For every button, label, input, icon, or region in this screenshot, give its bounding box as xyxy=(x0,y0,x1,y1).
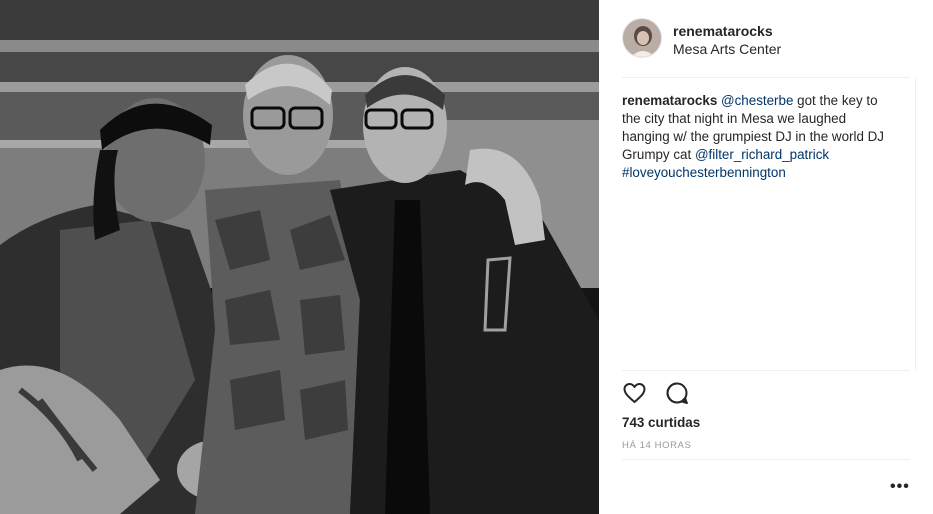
post-location[interactable]: Mesa Arts Center xyxy=(673,41,781,57)
more-options-icon[interactable]: ••• xyxy=(890,478,910,496)
bottom-divider xyxy=(622,459,910,460)
heart-icon[interactable] xyxy=(622,381,647,410)
post-caption: renematarocks @chesterbe got the key to … xyxy=(622,92,892,182)
actions-divider xyxy=(622,370,910,371)
post-side-panel: renematarocks Mesa Arts Center renematar… xyxy=(599,0,933,514)
comments-scrollbar[interactable] xyxy=(915,78,916,370)
header-divider xyxy=(622,77,910,78)
post-header: renematarocks Mesa Arts Center xyxy=(599,0,933,76)
post-timestamp[interactable]: HÁ 14 HORAS xyxy=(622,440,691,451)
caption-hashtag[interactable]: #loveyouchesterbennington xyxy=(622,165,786,180)
comment-icon[interactable] xyxy=(665,381,689,410)
post-username[interactable]: renematarocks xyxy=(673,23,773,39)
caption-mention-filter[interactable]: @filter_richard_patrick xyxy=(695,147,829,162)
instagram-post: renematarocks Mesa Arts Center renematar… xyxy=(0,0,933,514)
photo-illustration xyxy=(0,0,599,514)
post-actions xyxy=(622,381,703,407)
caption-mention-chesterbe[interactable]: @chesterbe xyxy=(721,93,793,108)
caption-username[interactable]: renematarocks xyxy=(622,93,717,108)
avatar-image xyxy=(623,19,661,57)
post-photo[interactable] xyxy=(0,0,599,514)
likes-count[interactable]: 743 curtidas xyxy=(622,415,700,430)
avatar[interactable] xyxy=(622,18,662,58)
